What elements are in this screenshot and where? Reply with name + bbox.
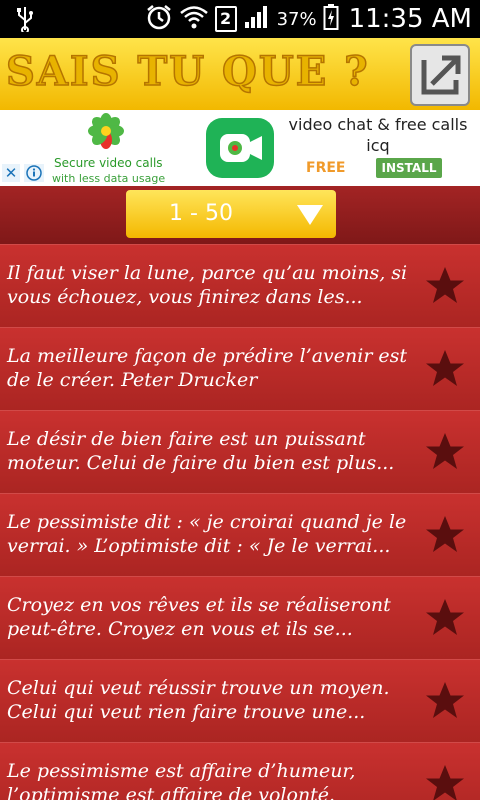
battery-icon bbox=[323, 3, 339, 35]
list-item[interactable]: Le désir de bien faire est un puissant m… bbox=[0, 410, 480, 494]
quote-text: Croyez en vos rêves et ils se réaliseron… bbox=[7, 594, 391, 640]
wifi-icon bbox=[179, 4, 209, 34]
ad-info-icon[interactable] bbox=[24, 164, 44, 182]
list-item[interactable]: La meilleure façon de prédire l’avenir e… bbox=[0, 327, 480, 411]
app-header: SAIS TU QUE ? bbox=[0, 38, 480, 110]
battery-percent: 37% bbox=[276, 8, 317, 30]
ad-price: FREE bbox=[306, 160, 346, 176]
ad-subcaption: with less data usage bbox=[52, 172, 166, 185]
ad-close-icon[interactable]: ✕ bbox=[2, 164, 20, 182]
ad-caption: Secure video calls bbox=[54, 156, 163, 170]
quote-text: Le pessimisme est affaire d’humeur, l’op… bbox=[7, 760, 356, 800]
dropdown-arrow-icon bbox=[296, 204, 324, 230]
status-bar: 2 37% 11:35 AM bbox=[0, 0, 480, 38]
list-item[interactable]: Il faut viser la lune, parce qu’au moins… bbox=[0, 244, 480, 328]
star-icon[interactable] bbox=[424, 514, 466, 560]
list-item[interactable]: Le pessimiste dit : « je croirai quand j… bbox=[0, 493, 480, 577]
star-icon[interactable] bbox=[424, 763, 466, 800]
ad-title[interactable]: video chat & free calls icq bbox=[280, 114, 476, 156]
signal-icon bbox=[243, 4, 271, 34]
ad-left-panel[interactable]: Secure video calls with less data usage … bbox=[0, 110, 196, 186]
range-label: 1 - 50 bbox=[169, 201, 233, 226]
clock: 11:35 AM bbox=[348, 4, 472, 34]
app-title: SAIS TU QUE ? bbox=[5, 47, 370, 96]
share-button[interactable] bbox=[410, 44, 470, 106]
list-item[interactable]: Celui qui veut réussir trouve un moyen. … bbox=[0, 659, 480, 743]
range-toolbar: 1 - 50 bbox=[0, 186, 480, 244]
star-icon[interactable] bbox=[424, 431, 466, 477]
sim-slot-badge: 2 bbox=[214, 6, 237, 32]
ad-install-button[interactable]: INSTALL bbox=[376, 158, 442, 178]
share-icon bbox=[412, 55, 468, 108]
quote-list: Il faut viser la lune, parce qu’au moins… bbox=[0, 244, 480, 800]
video-call-icon[interactable] bbox=[206, 118, 274, 178]
star-icon[interactable] bbox=[424, 265, 466, 311]
list-item[interactable]: Le pessimisme est affaire d’humeur, l’op… bbox=[0, 742, 480, 800]
quote-text: Le pessimiste dit : « je croirai quand j… bbox=[7, 511, 407, 557]
quote-text: Le désir de bien faire est un puissant m… bbox=[7, 428, 395, 474]
star-icon[interactable] bbox=[424, 348, 466, 394]
usb-icon bbox=[16, 6, 34, 38]
quote-text: La meilleure façon de prédire l’avenir e… bbox=[7, 345, 408, 391]
list-item[interactable]: Croyez en vos rêves et ils se réaliseron… bbox=[0, 576, 480, 660]
star-icon[interactable] bbox=[424, 680, 466, 726]
alarm-icon bbox=[145, 3, 173, 35]
star-icon[interactable] bbox=[424, 597, 466, 643]
ad-banner[interactable]: Secure video calls with less data usage … bbox=[0, 110, 480, 186]
quote-text: Il faut viser la lune, parce qu’au moins… bbox=[7, 262, 408, 308]
icq-flower-icon bbox=[88, 113, 124, 157]
quote-text: Celui qui veut réussir trouve un moyen. … bbox=[7, 677, 390, 723]
range-selector[interactable]: 1 - 50 bbox=[126, 190, 336, 238]
